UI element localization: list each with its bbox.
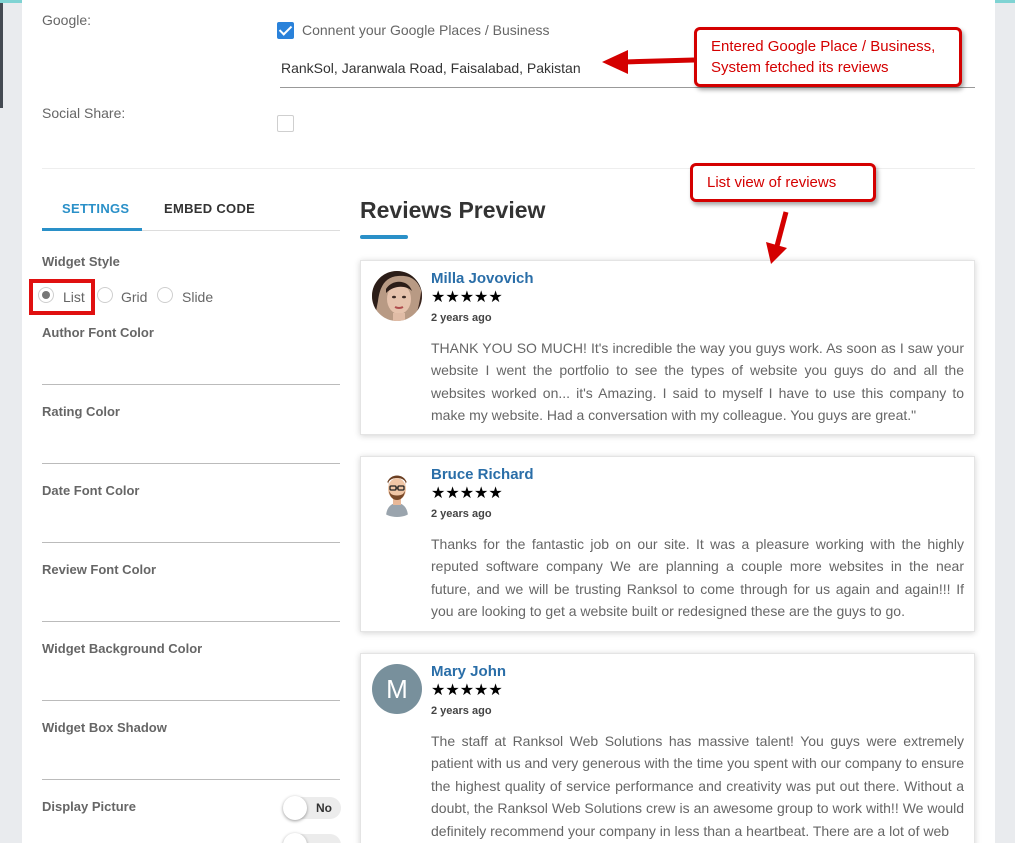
annotation-arrows <box>602 50 789 264</box>
arrow-1-head <box>602 50 628 74</box>
arrow-2-head <box>766 242 787 264</box>
callout-list-view: List view of reviews <box>690 163 876 202</box>
arrow-1-shaft <box>623 57 695 65</box>
callout-google-place: Entered Google Place / Business, System … <box>694 27 962 87</box>
arrow-2-shaft <box>774 211 789 247</box>
